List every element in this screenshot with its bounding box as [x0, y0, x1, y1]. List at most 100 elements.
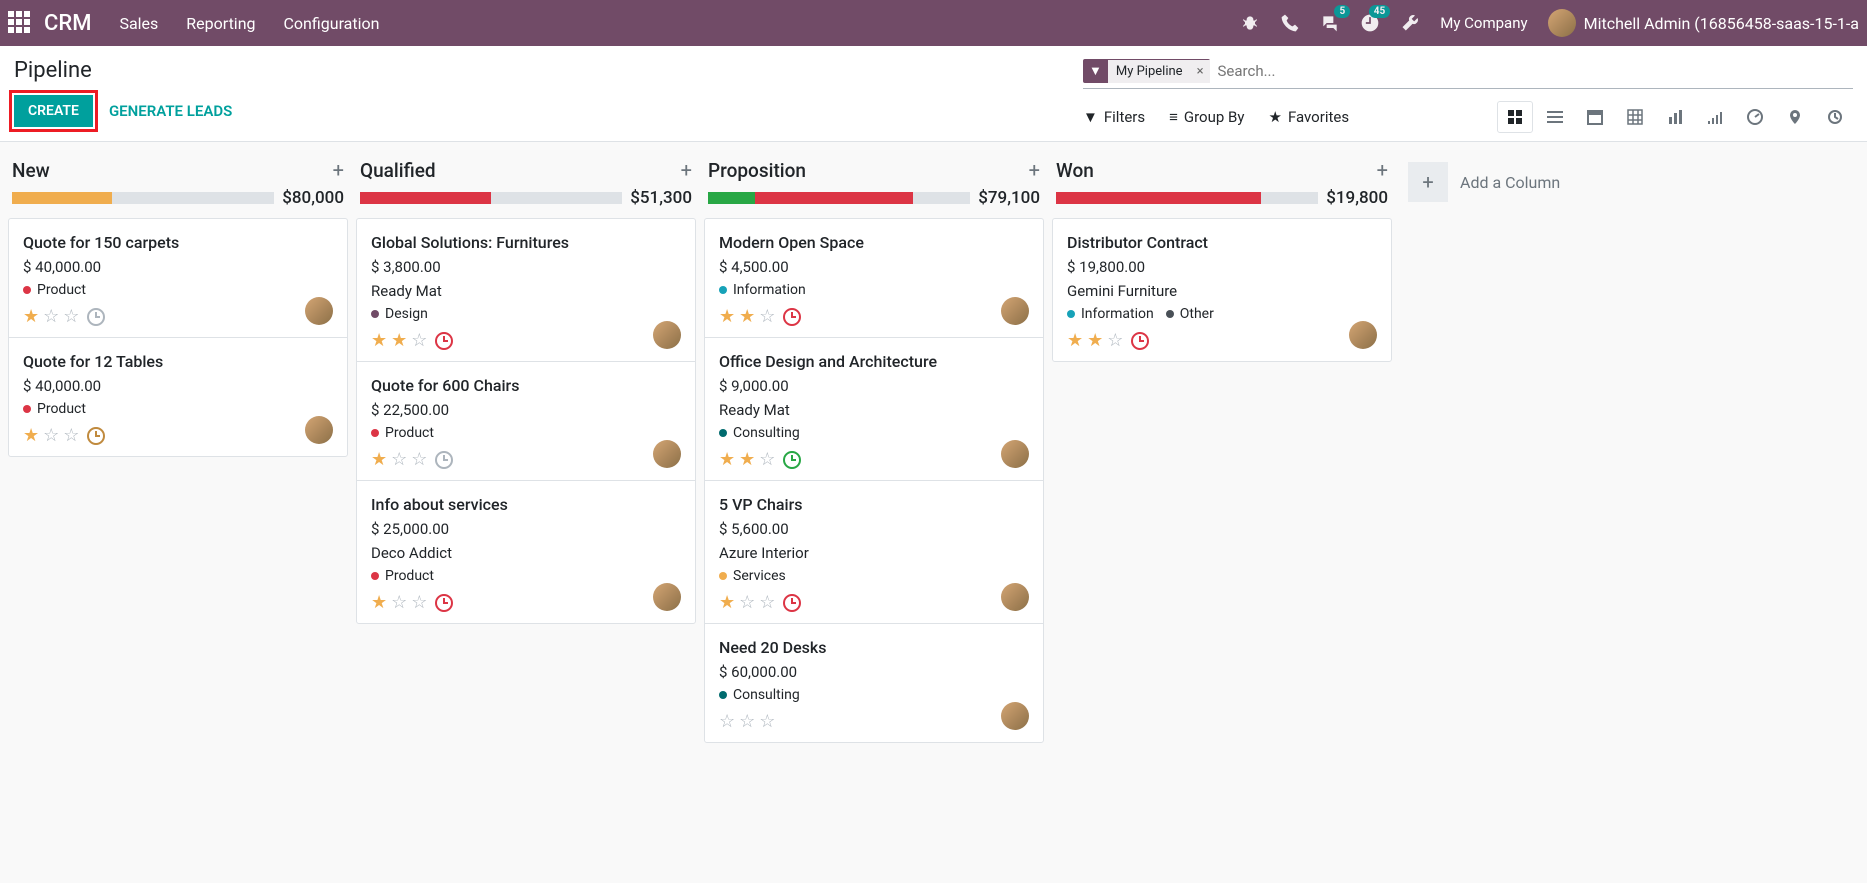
- view-activity[interactable]: [1817, 101, 1853, 133]
- assignee-avatar[interactable]: [1001, 702, 1029, 730]
- priority-star[interactable]: ★: [23, 425, 39, 446]
- kanban-card[interactable]: Office Design and Architecture$ 9,000.00…: [705, 338, 1043, 481]
- bug-icon[interactable]: [1240, 13, 1260, 33]
- create-button[interactable]: CREATE: [14, 95, 93, 127]
- assignee-avatar[interactable]: [1349, 321, 1377, 349]
- add-card-icon[interactable]: +: [1029, 158, 1040, 182]
- priority-star[interactable]: ☆: [43, 425, 59, 446]
- view-kanban[interactable]: [1497, 101, 1533, 133]
- timer-icon[interactable]: 45: [1360, 13, 1380, 33]
- kanban-card[interactable]: Quote for 12 Tables$ 40,000.00Product★☆☆: [9, 338, 347, 456]
- assignee-avatar[interactable]: [653, 440, 681, 468]
- view-graph[interactable]: [1657, 101, 1693, 133]
- favorites-button[interactable]: ★Favorites: [1268, 108, 1349, 126]
- priority-star[interactable]: ★: [719, 449, 735, 470]
- priority-star[interactable]: ☆: [411, 330, 427, 351]
- nav-sales[interactable]: Sales: [119, 14, 158, 33]
- groupby-button[interactable]: ≡Group By: [1169, 108, 1244, 126]
- priority-star[interactable]: ☆: [739, 711, 755, 732]
- kanban-card[interactable]: Info about services$ 25,000.00Deco Addic…: [357, 481, 695, 623]
- activity-clock-icon[interactable]: [87, 308, 105, 326]
- priority-star[interactable]: ☆: [1107, 330, 1123, 351]
- priority-star[interactable]: ★: [371, 449, 387, 470]
- kanban-card[interactable]: Global Solutions: Furnitures$ 3,800.00Re…: [357, 219, 695, 362]
- assignee-avatar[interactable]: [305, 416, 333, 444]
- nav-reporting[interactable]: Reporting: [186, 14, 255, 33]
- kanban-card[interactable]: Quote for 600 Chairs$ 22,500.00Product★☆…: [357, 362, 695, 481]
- plus-icon[interactable]: +: [1408, 162, 1448, 202]
- view-cohort[interactable]: [1697, 101, 1733, 133]
- activity-clock-icon[interactable]: [435, 332, 453, 350]
- view-calendar[interactable]: [1577, 101, 1613, 133]
- filter-icon: ▼: [1083, 59, 1108, 83]
- view-pivot[interactable]: [1617, 101, 1653, 133]
- priority-star[interactable]: ☆: [759, 592, 775, 613]
- add-card-icon[interactable]: +: [333, 158, 344, 182]
- activity-clock-icon[interactable]: [783, 308, 801, 326]
- priority-star[interactable]: ☆: [719, 711, 735, 732]
- add-column[interactable]: +Add a Column: [1400, 154, 1600, 210]
- priority-star[interactable]: ☆: [759, 711, 775, 732]
- priority-star[interactable]: ★: [371, 592, 387, 613]
- assignee-avatar[interactable]: [1001, 297, 1029, 325]
- priority-star[interactable]: ★: [719, 306, 735, 327]
- filters-button[interactable]: ▼Filters: [1083, 108, 1145, 126]
- priority-star[interactable]: ★: [1067, 330, 1083, 351]
- kanban-card[interactable]: Quote for 150 carpets$ 40,000.00Product★…: [9, 219, 347, 338]
- add-card-icon[interactable]: +: [1377, 158, 1388, 182]
- priority-star[interactable]: ★: [719, 592, 735, 613]
- priority-star[interactable]: ☆: [43, 306, 59, 327]
- remove-filter-icon[interactable]: ×: [1191, 60, 1210, 83]
- view-map[interactable]: [1777, 101, 1813, 133]
- priority-star[interactable]: ☆: [759, 306, 775, 327]
- card-title: Quote for 600 Chairs: [371, 376, 681, 395]
- view-list[interactable]: [1537, 101, 1573, 133]
- card-footer: ★★☆: [719, 449, 1029, 470]
- priority-star[interactable]: ☆: [759, 449, 775, 470]
- app-brand[interactable]: CRM: [44, 11, 91, 36]
- nav-configuration[interactable]: Configuration: [284, 14, 380, 33]
- kanban-card[interactable]: Modern Open Space$ 4,500.00Information★★…: [705, 219, 1043, 338]
- search-bar[interactable]: ▼ My Pipeline ×: [1083, 58, 1853, 89]
- priority-star[interactable]: ☆: [391, 592, 407, 613]
- company-selector[interactable]: My Company: [1440, 14, 1527, 32]
- assignee-avatar[interactable]: [305, 297, 333, 325]
- progress-bar: [360, 192, 622, 204]
- priority-star[interactable]: ☆: [63, 425, 79, 446]
- priority-star[interactable]: ☆: [411, 449, 427, 470]
- generate-leads-button[interactable]: GENERATE LEADS: [109, 102, 232, 120]
- priority-star[interactable]: ★: [391, 330, 407, 351]
- apps-icon[interactable]: [8, 11, 32, 35]
- user-menu[interactable]: Mitchell Admin (16856458-saas-15-1-a: [1548, 9, 1859, 37]
- assignee-avatar[interactable]: [1001, 440, 1029, 468]
- activity-clock-icon[interactable]: [783, 594, 801, 612]
- kanban-card[interactable]: 5 VP Chairs$ 5,600.00Azure InteriorServi…: [705, 481, 1043, 624]
- priority-star[interactable]: ★: [23, 306, 39, 327]
- activity-clock-icon[interactable]: [435, 451, 453, 469]
- card-footer: ★★☆: [371, 330, 681, 351]
- kanban-card[interactable]: Distributor Contract$ 19,800.00Gemini Fu…: [1053, 219, 1391, 361]
- assignee-avatar[interactable]: [653, 321, 681, 349]
- priority-star[interactable]: ☆: [739, 592, 755, 613]
- assignee-avatar[interactable]: [1001, 583, 1029, 611]
- messages-icon[interactable]: 5: [1320, 13, 1340, 33]
- activity-clock-icon[interactable]: [1131, 332, 1149, 350]
- activity-clock-icon[interactable]: [783, 451, 801, 469]
- priority-star[interactable]: ★: [1087, 330, 1103, 351]
- priority-star[interactable]: ★: [739, 449, 755, 470]
- priority-star[interactable]: ☆: [411, 592, 427, 613]
- kanban-card[interactable]: Need 20 Desks$ 60,000.00Consulting☆☆☆: [705, 624, 1043, 742]
- view-dashboard[interactable]: [1737, 101, 1773, 133]
- priority-star[interactable]: ★: [371, 330, 387, 351]
- priority-star[interactable]: ★: [739, 306, 755, 327]
- priority-star[interactable]: ☆: [391, 449, 407, 470]
- wrench-icon[interactable]: [1400, 13, 1420, 33]
- activity-clock-icon[interactable]: [435, 594, 453, 612]
- priority-star[interactable]: ☆: [63, 306, 79, 327]
- card-tag: Consulting: [719, 425, 800, 441]
- add-card-icon[interactable]: +: [681, 158, 692, 182]
- assignee-avatar[interactable]: [653, 583, 681, 611]
- search-input[interactable]: [1210, 58, 1853, 84]
- phone-icon[interactable]: [1280, 13, 1300, 33]
- activity-clock-icon[interactable]: [87, 427, 105, 445]
